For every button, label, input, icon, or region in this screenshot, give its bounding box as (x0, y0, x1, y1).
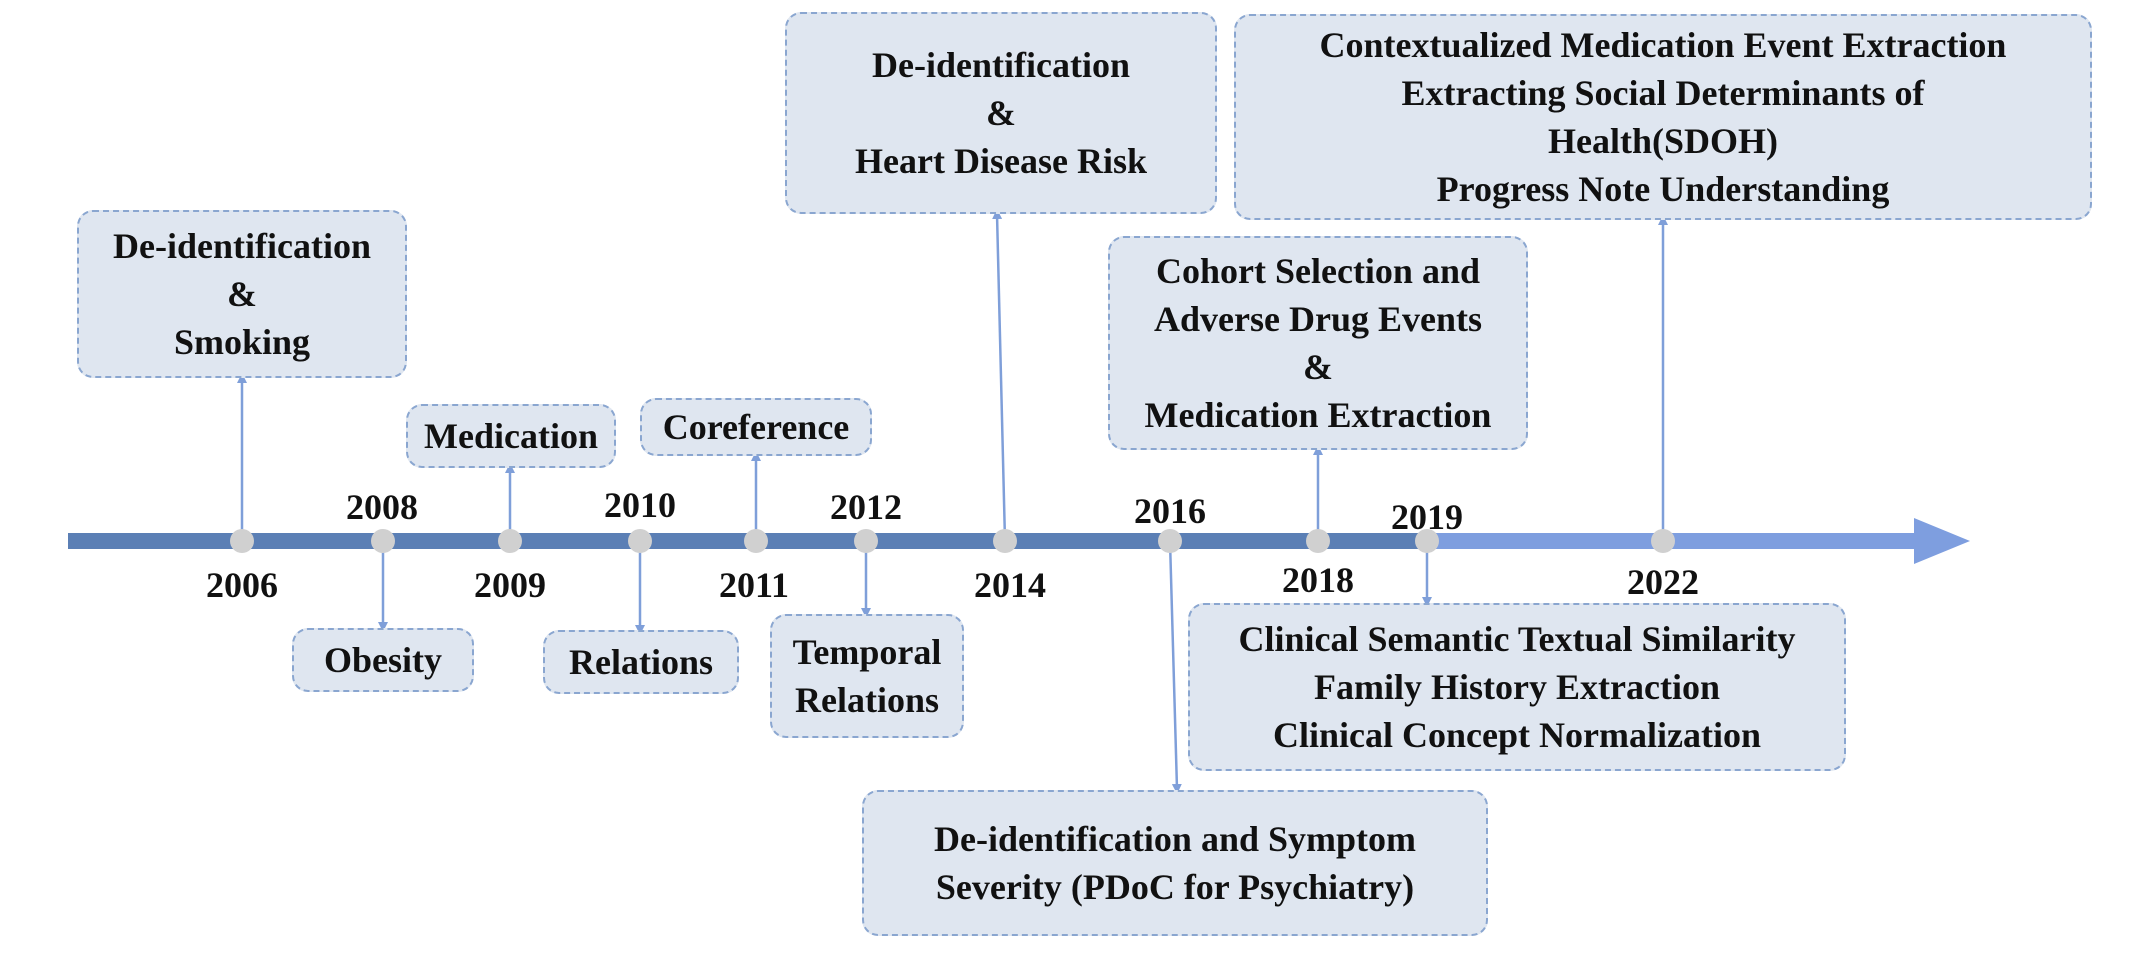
year-label-2008: 2008 (346, 487, 418, 527)
year-label-2016: 2016 (1134, 491, 1206, 531)
year-label-2011: 2011 (718, 565, 789, 605)
event-2018-line-1: Cohort Selection and (1156, 251, 1480, 291)
timeline-dot-2006 (230, 529, 254, 553)
year-label-2018: 2018 (1282, 560, 1354, 600)
timeline-dot-2012 (854, 529, 878, 553)
connector-arrow-2016 (1168, 540, 1182, 794)
year-label-2006: 2006 (206, 565, 278, 605)
year-label-2012: 2012 (830, 487, 902, 527)
event-2018-line-3: & (1303, 347, 1333, 387)
timeline-axis-recent (1430, 533, 1922, 549)
timeline-dot-2011 (744, 529, 768, 553)
event-2019-line-2: Family History Extraction (1314, 667, 1720, 707)
event-box-2019: Clinical Semantic Textual Similarity Fam… (1188, 603, 1846, 771)
event-2006-line-3: Smoking (173, 322, 311, 362)
event-2022-line-1: Contextualized Medication Event Extracti… (1319, 25, 2007, 65)
event-2014-line-3: Heart Disease Risk (855, 141, 1147, 181)
year-label-2022: 2022 (1627, 562, 1699, 602)
event-box-2016: De-identification and Symptom Severity (… (862, 790, 1488, 936)
event-2012-line-2: Relations (795, 680, 939, 720)
timeline-dot-2010 (628, 529, 652, 553)
event-box-2022: Contextualized Medication Event Extracti… (1234, 14, 2092, 220)
event-2018-line-4: Medication Extraction (1144, 395, 1492, 435)
timeline-dot-2018 (1306, 529, 1330, 553)
event-box-2011: Coreference (640, 398, 872, 456)
event-box-2012: Temporal Relations (770, 614, 964, 738)
timeline-dot-2022 (1651, 529, 1675, 553)
timeline-dot-2014 (993, 529, 1017, 553)
year-label-2014: 2014 (974, 565, 1046, 605)
event-2014-line-1: De-identification (872, 45, 1130, 85)
event-2006-line-1: De-identification (113, 226, 371, 266)
timeline-diagram: 2006 2008 2009 2010 2011 2012 2014 2016 … (0, 0, 2150, 954)
event-box-2008: Obesity (292, 628, 474, 692)
event-2006-line-2: & (227, 274, 257, 314)
event-2019-line-1: Clinical Semantic Textual Similarity (1238, 619, 1796, 659)
event-2022-line-3: Health(SDOH) (1548, 121, 1778, 161)
timeline-arrowhead (1914, 518, 1970, 564)
event-2016-line-2: Severity (PDoC for Psychiatry) (935, 867, 1415, 907)
event-2019-line-3: Clinical Concept Normalization (1273, 715, 1761, 755)
event-box-2014: De-identification & Heart Disease Risk (785, 12, 1217, 214)
event-2018-line-2: Adverse Drug Events (1154, 299, 1482, 339)
year-label-2019: 2019 (1391, 497, 1463, 537)
event-2011-line-1: Coreference (662, 407, 850, 447)
event-2022-line-2: Extracting Social Determinants of (1401, 73, 1925, 113)
event-2014-line-2: & (986, 93, 1016, 133)
year-label-2010: 2010 (604, 485, 676, 525)
connector-arrow-2014 (992, 209, 1007, 542)
event-2012-line-1: Temporal (792, 632, 942, 672)
event-box-2018: Cohort Selection and Adverse Drug Events… (1108, 236, 1528, 450)
event-2009-line-1: Medication (424, 416, 598, 456)
event-box-2010: Relations (543, 630, 739, 694)
event-box-2009: Medication (406, 404, 616, 468)
event-box-2006: De-identification & Smoking (77, 210, 407, 378)
event-2022-line-4: Progress Note Understanding (1436, 169, 1890, 209)
timeline-dot-2016 (1158, 529, 1182, 553)
event-2016-line-1: De-identification and Symptom (933, 819, 1416, 859)
timeline-dot-2008 (371, 529, 395, 553)
event-2010-line-1: Relations (569, 642, 713, 682)
event-2008-line-1: Obesity (323, 640, 442, 680)
timeline-dot-2009 (498, 529, 522, 553)
year-label-2009: 2009 (474, 565, 546, 605)
